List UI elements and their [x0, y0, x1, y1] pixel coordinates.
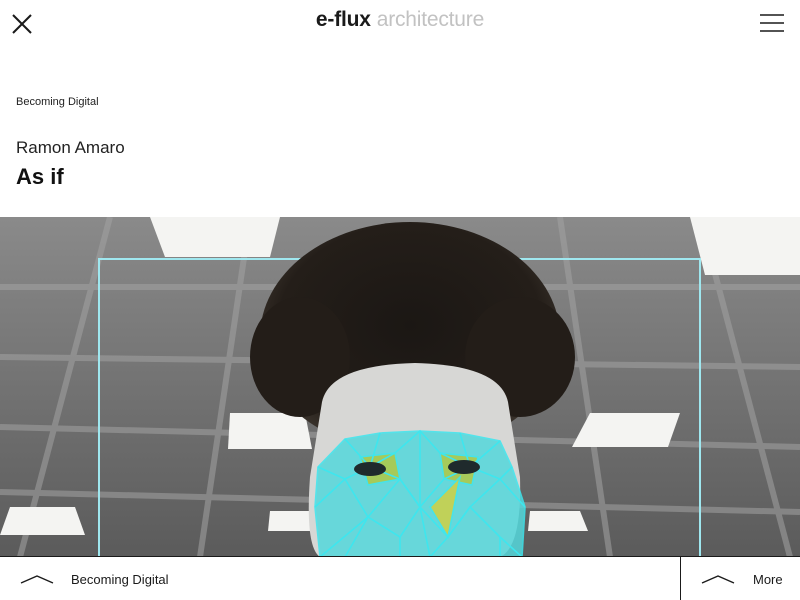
site-logo[interactable]: e-flux architecture — [0, 8, 800, 32]
site-header: e-flux architecture — [0, 0, 800, 46]
footer-more-label: More — [753, 572, 783, 587]
chevron-up-icon — [701, 575, 735, 584]
hamburger-menu-icon — [760, 14, 784, 32]
article-kicker[interactable]: Becoming Digital — [16, 96, 99, 108]
footer-more-button[interactable]: More — [680, 557, 800, 600]
logo-sub-text: architecture — [376, 8, 485, 31]
chevron-up-icon — [20, 575, 54, 584]
hero-image — [0, 217, 800, 557]
footer-issue-label: Becoming Digital — [71, 572, 169, 587]
logo-main-text: e-flux — [315, 8, 371, 31]
footer-issue-link[interactable]: Becoming Digital — [0, 557, 680, 600]
face-tracking-illustration — [0, 217, 800, 557]
article-title: As if — [16, 164, 64, 189]
footer-nav: Becoming Digital More — [0, 556, 800, 600]
article-author: Ramon Amaro — [16, 138, 125, 157]
menu-button[interactable] — [760, 14, 784, 32]
